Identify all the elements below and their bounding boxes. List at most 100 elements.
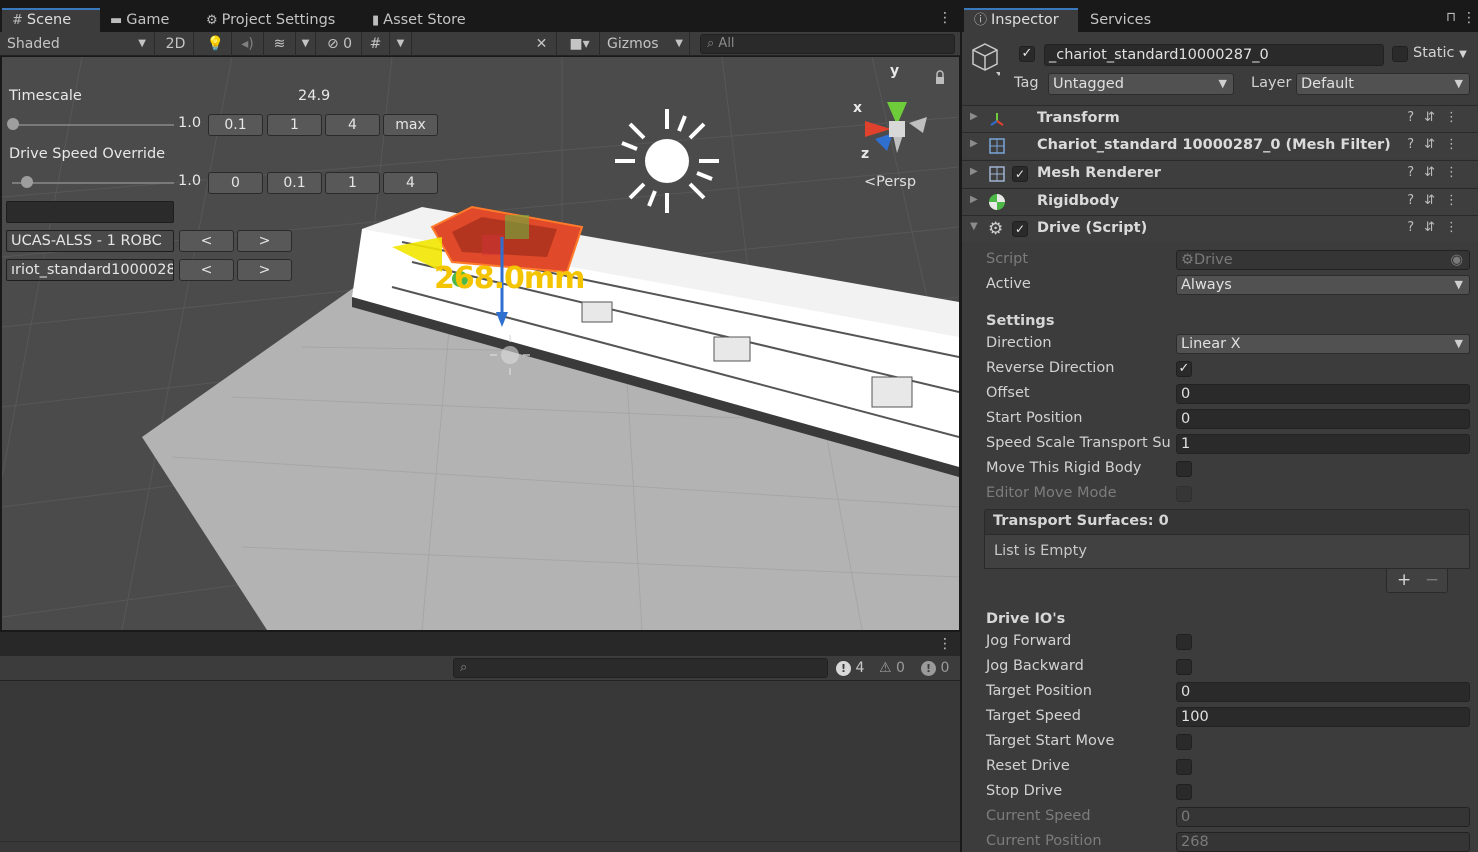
drive-speed-button-0[interactable]: 0 xyxy=(208,172,263,194)
robot-prev-button[interactable]: < xyxy=(179,230,234,252)
target-position-input[interactable]: 0 xyxy=(1176,682,1470,702)
kebab-menu-icon[interactable]: ⋮ xyxy=(1445,165,1468,180)
effects-toggle-icon[interactable]: ≋ xyxy=(264,32,296,56)
component-actions[interactable]: ?⇵⋮ xyxy=(1407,193,1468,208)
gameobject-name-input[interactable]: _chariot_standard10000287_0 xyxy=(1044,44,1384,66)
component-rigidbody[interactable]: ▶ Rigidbody ?⇵⋮ xyxy=(962,188,1478,215)
tab-scene[interactable]: # Scene xyxy=(2,8,100,32)
object-picker-icon[interactable]: ◉ xyxy=(1450,251,1463,269)
scene-search-input[interactable]: ⌕ All xyxy=(700,34,955,54)
component-actions[interactable]: ?⇵⋮ xyxy=(1407,110,1468,125)
kebab-menu-icon[interactable]: ⋮ xyxy=(1462,10,1476,26)
timescale-button-0-1[interactable]: 0.1 xyxy=(208,114,263,136)
grid-toggle-icon[interactable]: # xyxy=(362,32,390,56)
kebab-menu-icon[interactable]: ⋮ xyxy=(1445,110,1468,125)
kebab-menu-icon[interactable]: ⋮ xyxy=(938,10,952,26)
gameobject-active-checkbox[interactable]: ✓ xyxy=(1019,46,1035,62)
kebab-menu-icon[interactable]: ⋮ xyxy=(1445,220,1468,235)
tag-dropdown[interactable]: Untagged ▼ xyxy=(1048,73,1234,95)
help-icon[interactable]: ? xyxy=(1407,220,1424,235)
console-search-input[interactable]: ⌕ xyxy=(453,658,828,678)
component-mesh-filter[interactable]: ▶ Chariot_standard 10000287_0 (Mesh Filt… xyxy=(962,132,1478,159)
jog-backward-checkbox[interactable] xyxy=(1176,659,1192,675)
2d-toggle[interactable]: 2D xyxy=(158,32,194,56)
fold-arrow-icon[interactable]: ▶ xyxy=(970,138,978,149)
object-prev-button[interactable]: < xyxy=(179,259,234,281)
audio-toggle-icon[interactable]: ◂) xyxy=(232,32,264,56)
script-field[interactable]: ⚙Drive ◉ xyxy=(1176,250,1470,270)
fold-arrow-icon[interactable]: ▶ xyxy=(970,166,978,177)
component-actions[interactable]: ?⇵⋮ xyxy=(1407,165,1468,180)
tab-game[interactable]: ▬ Game xyxy=(100,8,179,32)
robot-next-button[interactable]: > xyxy=(237,230,292,252)
gizmos-dropdown[interactable]: Gizmos ▼ xyxy=(602,32,690,56)
object-selector-field[interactable]: ıriot_standard1000028 xyxy=(6,259,174,281)
presets-icon[interactable]: ⇵ xyxy=(1424,220,1445,235)
scene-visibility-toggle[interactable]: ⊘ 0 xyxy=(318,32,362,56)
direction-dropdown[interactable]: Linear X ▼ xyxy=(1176,334,1470,354)
lighting-toggle-icon[interactable]: 💡 xyxy=(200,32,232,56)
drive-speed-slider[interactable] xyxy=(12,182,174,184)
remove-element-button[interactable]: − xyxy=(1425,570,1439,590)
projection-label[interactable]: <Persp xyxy=(864,174,916,190)
camera-icon[interactable]: ■▾ xyxy=(560,32,600,56)
presets-icon[interactable]: ⇵ xyxy=(1424,110,1445,125)
tools-icon[interactable]: ✕ xyxy=(527,32,557,56)
presets-icon[interactable]: ⇵ xyxy=(1424,137,1445,152)
tab-inspector[interactable]: ⓘ Inspector xyxy=(964,8,1078,32)
presets-icon[interactable]: ⇵ xyxy=(1424,193,1445,208)
kebab-menu-icon[interactable]: ⋮ xyxy=(1445,137,1468,152)
stop-drive-checkbox[interactable] xyxy=(1176,784,1192,800)
timescale-slider-knob[interactable] xyxy=(7,118,19,130)
help-icon[interactable]: ? xyxy=(1407,110,1424,125)
tab-services[interactable]: Services xyxy=(1080,8,1161,32)
target-start-move-checkbox[interactable] xyxy=(1176,734,1192,750)
object-next-button[interactable]: > xyxy=(237,259,292,281)
drive-speed-slider-knob[interactable] xyxy=(21,176,33,188)
kebab-menu-icon[interactable]: ⋮ xyxy=(938,636,952,652)
target-speed-input[interactable]: 100 xyxy=(1176,707,1470,727)
fold-arrow-icon[interactable]: ▶ xyxy=(970,111,978,122)
transport-surfaces-header[interactable]: Transport Surfaces: 0 xyxy=(984,509,1470,535)
timescale-button-4[interactable]: 4 xyxy=(325,114,380,136)
lock-icon[interactable]: ⊓ xyxy=(1446,10,1456,25)
drive-speed-button-4[interactable]: 4 xyxy=(383,172,438,194)
grid-dropdown-icon[interactable]: ▼ xyxy=(390,32,412,56)
effects-dropdown-icon[interactable]: ▼ xyxy=(296,32,316,56)
help-icon[interactable]: ? xyxy=(1407,165,1424,180)
timescale-button-1[interactable]: 1 xyxy=(267,114,322,136)
move-rigid-body-checkbox[interactable] xyxy=(1176,461,1192,477)
scene-viewport[interactable]: 268.0mm y x z <Persp Timescale 24.9 1.0 … xyxy=(2,57,959,630)
shading-mode-dropdown[interactable]: Shaded ▼ xyxy=(0,32,155,56)
speed-scale-input[interactable]: 1 xyxy=(1176,434,1470,454)
static-dropdown[interactable]: Static ▼ xyxy=(1413,45,1467,61)
component-actions[interactable]: ?⇵⋮ xyxy=(1407,220,1468,235)
offset-input[interactable]: 0 xyxy=(1176,384,1470,404)
reverse-direction-checkbox[interactable]: ✓ xyxy=(1176,361,1192,377)
reset-drive-checkbox[interactable] xyxy=(1176,759,1192,775)
tab-asset-store[interactable]: ▮ Asset Store xyxy=(362,8,476,32)
add-element-button[interactable]: + xyxy=(1397,570,1411,590)
tab-project-settings[interactable]: ⚙ Project Settings xyxy=(196,8,345,32)
fold-arrow-icon[interactable]: ▶ xyxy=(970,194,978,205)
presets-icon[interactable]: ⇵ xyxy=(1424,165,1445,180)
help-icon[interactable]: ? xyxy=(1407,137,1424,152)
drive-enabled-checkbox[interactable]: ✓ xyxy=(1012,221,1028,237)
start-position-input[interactable]: 0 xyxy=(1176,409,1470,429)
console-log-area[interactable] xyxy=(0,681,960,852)
static-checkbox[interactable] xyxy=(1392,46,1408,62)
timescale-button-max[interactable]: max xyxy=(383,114,438,136)
mesh-renderer-enabled-checkbox[interactable]: ✓ xyxy=(1012,166,1028,182)
robot-selector-field[interactable]: UCAS-ALSS - 1 ROBC xyxy=(6,230,174,252)
drive-speed-button-0-1[interactable]: 0.1 xyxy=(267,172,322,194)
component-actions[interactable]: ?⇵⋮ xyxy=(1407,137,1468,152)
layer-dropdown[interactable]: Default ▼ xyxy=(1296,73,1470,95)
drive-speed-button-1[interactable]: 1 xyxy=(325,172,380,194)
component-drive-script[interactable]: ▼ ⚙ ✓ Drive (Script) ?⇵⋮ xyxy=(962,215,1478,242)
timescale-slider[interactable] xyxy=(12,124,174,126)
error-count-toggle[interactable]: ! 4 xyxy=(836,658,872,678)
kebab-menu-icon[interactable]: ⋮ xyxy=(1445,193,1468,208)
component-transform[interactable]: ▶ Transform ?⇵⋮ xyxy=(962,105,1478,132)
help-icon[interactable]: ? xyxy=(1407,193,1424,208)
fold-arrow-icon[interactable]: ▼ xyxy=(970,221,978,232)
